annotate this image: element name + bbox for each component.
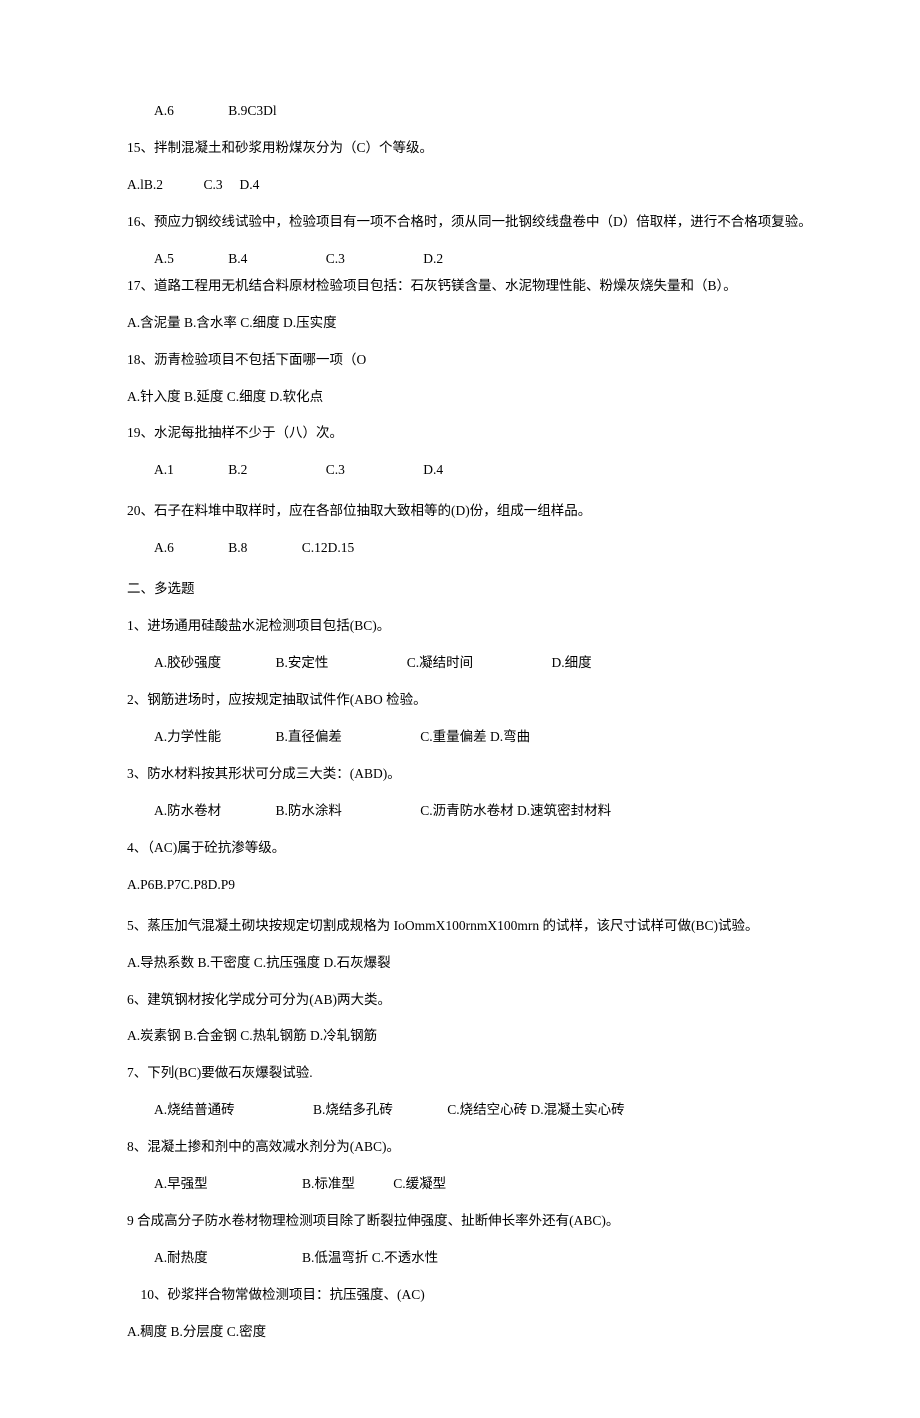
m7-opt-a: A.烧结普通砖 — [127, 1099, 235, 1122]
m4-text: 4、（AC)属于砼抗渗等级。 — [100, 837, 820, 860]
q16-opt-a: A.5 — [127, 248, 174, 271]
q20-options: A.6 B.8 C.12D.15 — [100, 537, 820, 560]
m10-options: A.稠度 B.分层度 C.密度 — [100, 1321, 820, 1344]
m9-options: A.耐热度 B.低温弯折 C.不透水性 — [100, 1247, 820, 1270]
m1-opt-d: D.细度 — [525, 652, 592, 675]
m1-text: 1、进场通用硅酸盐水泥检测项目包括(BC)。 — [100, 615, 820, 638]
q16-opt-b: B.4 — [201, 248, 247, 271]
m5-text: 5、蒸压加气混凝土砌块按规定切割成规格为 IoOmmX100rnmX100mrn… — [100, 915, 820, 938]
q17-options: A.含泥量 B.含水率 C.细度 D.压实度 — [100, 312, 820, 335]
q16-options: A.5 B.4 C.3 D.2 — [100, 248, 820, 271]
m9-opt-b: B.低温弯折 C.不透水性 — [275, 1247, 438, 1270]
m1-opt-a: A.胶砂强度 — [127, 652, 221, 675]
m2-opt-a: A.力学性能 — [127, 726, 221, 749]
q20-opt-b: B.8 — [201, 537, 247, 560]
m8-opt-a: A.早强型 — [127, 1173, 208, 1196]
q19-options: A.1 B.2 C.3 D.4 — [100, 459, 820, 482]
m1-opt-c: C.凝结时间 — [380, 652, 473, 675]
q16-text: 16、预应力钢绞线试验中，检验项目有一项不合格时，须从同一批钢绞线盘卷中（D）倍… — [100, 211, 820, 234]
q20-text: 20、石子在料堆中取样时，应在各部位抽取大致相等的(D)份，组成一组样品。 — [100, 500, 820, 523]
q16-opt-c: C.3 — [299, 248, 345, 271]
m1-opt-b: B.安定性 — [249, 652, 329, 675]
q19-text: 19、水泥每批抽样不少于（八）次。 — [100, 422, 820, 445]
m7-text: 7、下列(BC)要做石灰爆裂试验. — [100, 1062, 820, 1085]
q18-text: 18、沥青检验项目不包括下面哪一项（O — [100, 349, 820, 372]
q19-opt-d: D.4 — [396, 459, 443, 482]
q20-opt-a: A.6 — [127, 537, 174, 560]
m3-opt-a: A.防水卷材 — [127, 800, 221, 823]
q15-options: A.lB.2 C.3 D.4 — [100, 174, 820, 197]
q17-text: 17、道路工程用无机结合料原材检验项目包括：石灰钙镁含量、水泥物理性能、粉燥灰烧… — [100, 275, 820, 298]
m6-options: A.炭素钢 B.合金钢 C.热轧钢筋 D.冷轧钢筋 — [100, 1025, 820, 1048]
q15-text: 15、拌制混凝土和砂浆用粉煤灰分为（C）个等级。 — [100, 137, 820, 160]
q14-options: A.6 B.9C3Dl — [100, 100, 820, 123]
q19-opt-a: A.1 — [127, 459, 174, 482]
m8-options: A.早强型 B.标准型 C.缓凝型 — [100, 1173, 820, 1196]
q14-opt-a: A.6 — [127, 100, 174, 123]
m8-opt-c: C.缓凝型 — [366, 1173, 446, 1196]
m1-options: A.胶砂强度 B.安定性 C.凝结时间 D.细度 — [100, 652, 820, 675]
m7-options: A.烧结普通砖 B.烧结多孔砖 C.烧结空心砖 D.混凝土实心砖 — [100, 1099, 820, 1122]
q14-opt-b: B.9C3Dl — [201, 100, 276, 123]
q18-options: A.针入度 B.延度 C.细度 D.软化点 — [100, 386, 820, 409]
section2-heading: 二、多选题 — [100, 578, 820, 601]
m7-opt-b: B.烧结多孔砖 — [286, 1099, 393, 1122]
m4-options: A.P6B.P7C.P8D.P9 — [100, 874, 820, 897]
m2-opt-c: C.重量偏差 D.弯曲 — [393, 726, 530, 749]
m7-opt-c: C.烧结空心砖 D.混凝土实心砖 — [420, 1099, 624, 1122]
m2-options: A.力学性能 B.直径偏差 C.重量偏差 D.弯曲 — [100, 726, 820, 749]
q19-opt-b: B.2 — [201, 459, 247, 482]
m3-opt-b: B.防水涂料 — [249, 800, 342, 823]
m3-options: A.防水卷材 B.防水涂料 C.沥青防水卷材 D.速筑密封材料 — [100, 800, 820, 823]
m8-opt-b: B.标准型 — [275, 1173, 355, 1196]
m8-text: 8、混凝土掺和剂中的高效减水剂分为(ABC)。 — [100, 1136, 820, 1159]
m6-text: 6、建筑钢材按化学成分可分为(AB)两大类。 — [100, 989, 820, 1012]
m9-opt-a: A.耐热度 — [127, 1247, 208, 1270]
m5-options: A.导热系数 B.干密度 C.抗压强度 D.石灰爆裂 — [100, 952, 820, 975]
m10-text: 10、砂浆拌合物常做检测项目：抗压强度、(AC) — [100, 1284, 820, 1307]
m9-text: 9 合成高分子防水卷材物理检测项目除了断裂拉伸强度、扯断伸长率外还有(ABC)。 — [100, 1210, 820, 1233]
m2-opt-b: B.直径偏差 — [249, 726, 342, 749]
q20-opt-c: C.12D.15 — [275, 537, 355, 560]
m2-text: 2、钢筋进场时，应按规定抽取试件作(ABO 检验。 — [100, 689, 820, 712]
q16-opt-d: D.2 — [396, 248, 443, 271]
m3-opt-c: C.沥青防水卷材 D.速筑密封材料 — [393, 800, 611, 823]
q19-opt-c: C.3 — [299, 459, 345, 482]
m3-text: 3、防水材料按其形状可分成三大类：(ABD)。 — [100, 763, 820, 786]
